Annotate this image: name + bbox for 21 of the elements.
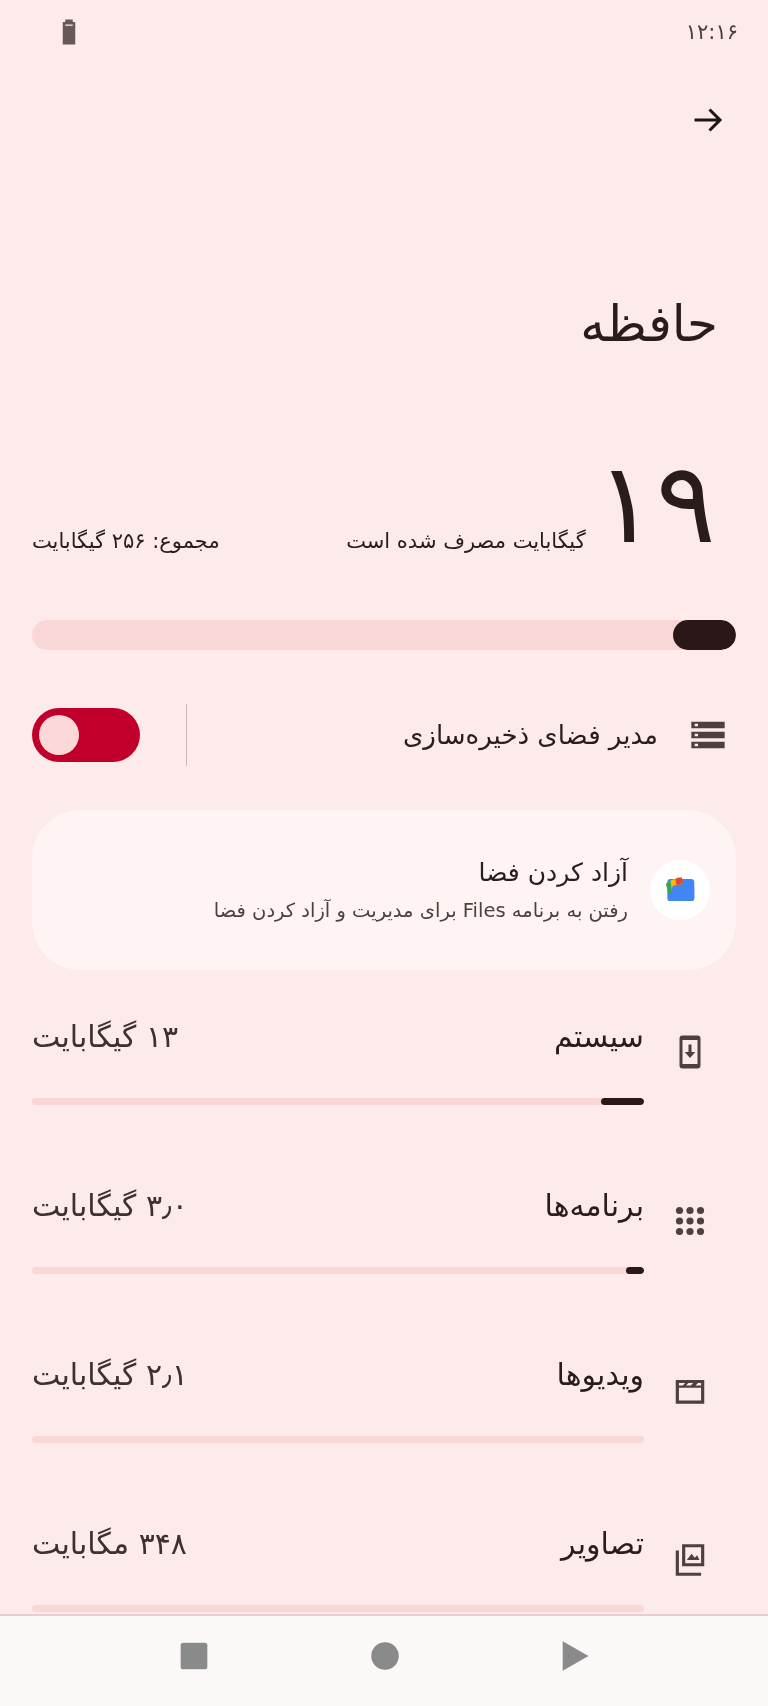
category-label: تصاویر (561, 1525, 644, 1561)
back-triangle-icon[interactable] (560, 1640, 590, 1672)
category-label: سیستم (554, 1018, 644, 1054)
used-amount: ۱۹ (595, 447, 716, 559)
category-label: برنامه‌ها (544, 1187, 644, 1223)
clock-time: ۱۲:۱۶ (685, 20, 738, 44)
free-up-space-card[interactable]: آزاد کردن فضا رفتن به برنامه Files برای مدیریت و آزاد کردن فضا (32, 810, 736, 970)
category-size: ۳۴۸ مگابایت (32, 1525, 187, 1561)
home-icon[interactable] (370, 1641, 400, 1671)
category-size: ۱۳ گیگابایت (32, 1018, 179, 1054)
page-title: حافظه (579, 294, 718, 354)
category-size: ۳٫۰ گیگابایت (32, 1187, 188, 1223)
card-title: آزاد کردن فضا (477, 858, 628, 887)
storage-manager-label: مدیر فضای ذخیره‌سازی (402, 720, 658, 750)
category-label: ویدیوها (556, 1356, 644, 1392)
card-subtitle: رفتن به برنامه Files برای مدیریت و آزاد کردن فضا (213, 899, 628, 922)
category-size: ۲٫۱ گیگابایت (32, 1356, 188, 1392)
used-label: گیگابایت مصرف شده است (346, 529, 586, 555)
storage-manager-switch[interactable] (32, 708, 140, 762)
total-label: مجموع: ۲۵۶ گیگابایت (32, 529, 220, 555)
recents-icon[interactable] (178, 1640, 210, 1672)
